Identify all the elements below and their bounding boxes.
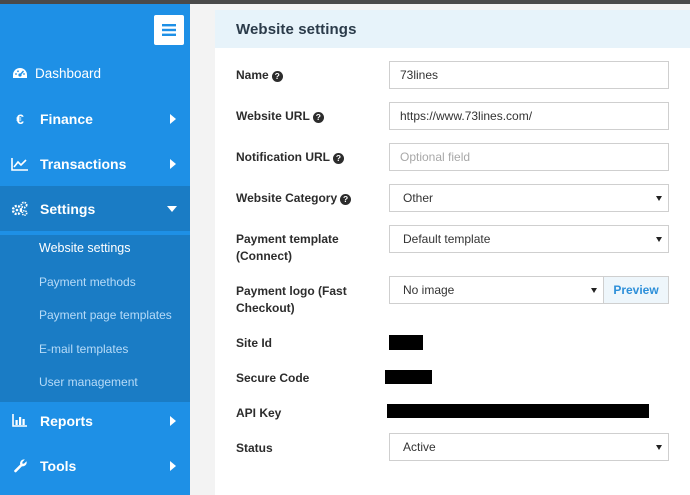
sidebar-item-tools[interactable]: Tools bbox=[0, 443, 190, 488]
website-category-select[interactable]: Other bbox=[389, 184, 669, 212]
notification-url-input[interactable]: Optional field bbox=[389, 143, 669, 171]
sidebar-item-label: Dashboard bbox=[35, 66, 102, 81]
sidebar: Dashboard € Finance Transactions Setting… bbox=[0, 4, 190, 495]
site-id-redacted-value bbox=[389, 335, 423, 350]
help-icon[interactable]: ? bbox=[312, 112, 324, 123]
euro-icon: € bbox=[16, 110, 24, 127]
sidebar-item-label: Tools bbox=[40, 457, 77, 474]
website-url-label: Website URL? bbox=[236, 108, 324, 125]
status-select[interactable]: Active bbox=[389, 433, 669, 461]
sidebar-item-dashboard[interactable]: Dashboard bbox=[0, 51, 190, 96]
sidebar-item-label: Settings bbox=[40, 200, 96, 217]
website-category-label: Website Category? bbox=[236, 190, 352, 207]
sidebar-item-label: Reports bbox=[40, 412, 93, 429]
dropdown-caret-icon bbox=[656, 196, 662, 201]
status-label: Status bbox=[236, 441, 273, 455]
sidebar-item-label: Transactions bbox=[40, 155, 127, 172]
gears-icon bbox=[11, 201, 29, 217]
wrench-icon bbox=[11, 458, 29, 474]
website-category-label-text: Website Category bbox=[236, 191, 338, 205]
sidebar-item-transactions[interactable]: Transactions bbox=[0, 141, 190, 186]
chevron-right-icon bbox=[170, 415, 176, 426]
payment-template-value: Default template bbox=[403, 232, 491, 246]
submenu-email-templates[interactable]: E-mail templates bbox=[39, 342, 128, 356]
submenu-website-settings[interactable]: Website settings bbox=[39, 241, 130, 255]
preview-button[interactable]: Preview bbox=[604, 276, 669, 304]
name-input[interactable]: 73lines bbox=[389, 61, 669, 89]
payment-logo-select[interactable]: No image bbox=[389, 276, 604, 304]
website-url-input-value: https://www.73lines.com/ bbox=[400, 109, 533, 123]
line-chart-icon bbox=[11, 156, 29, 172]
website-url-label-text: Website URL bbox=[236, 109, 310, 123]
bar-chart-icon bbox=[11, 413, 29, 429]
name-input-value: 73lines bbox=[400, 68, 439, 82]
dropdown-caret-icon bbox=[656, 237, 662, 242]
hamburger-menu-button[interactable] bbox=[154, 15, 184, 45]
notification-url-label: Notification URL? bbox=[236, 149, 344, 166]
sidebar-item-label: Finance bbox=[40, 110, 93, 127]
api-key-label: API Key bbox=[236, 406, 282, 420]
status-value: Active bbox=[403, 440, 436, 454]
payment-template-label-line1: Payment template bbox=[236, 232, 339, 246]
payment-logo-label-line2: Checkout) bbox=[236, 301, 295, 315]
content-gutter bbox=[190, 4, 215, 495]
payment-logo-value: No image bbox=[403, 283, 455, 297]
submenu-user-management[interactable]: User management bbox=[39, 375, 138, 389]
chevron-right-icon bbox=[170, 113, 176, 124]
help-icon[interactable]: ? bbox=[340, 194, 352, 205]
secure-code-label: Secure Code bbox=[236, 371, 310, 385]
payment-template-label: Payment template (Connect) bbox=[236, 231, 339, 265]
website-settings-panel: Website settings Name? 73lines Website U… bbox=[215, 10, 690, 495]
name-label-text: Name bbox=[236, 68, 269, 82]
panel-header: Website settings bbox=[215, 10, 690, 48]
chevron-down-icon bbox=[167, 205, 177, 212]
dashboard-gauge-icon bbox=[11, 66, 29, 82]
help-icon[interactable]: ? bbox=[271, 71, 283, 82]
panel-title: Website settings bbox=[236, 20, 357, 38]
sidebar-item-reports[interactable]: Reports bbox=[0, 398, 190, 443]
submenu-payment-methods[interactable]: Payment methods bbox=[39, 275, 136, 289]
notification-url-label-text: Notification URL bbox=[236, 150, 330, 164]
notification-url-placeholder: Optional field bbox=[400, 150, 471, 164]
chevron-right-icon bbox=[170, 460, 176, 471]
sidebar-item-settings[interactable]: Settings bbox=[0, 186, 190, 231]
top-border bbox=[0, 0, 690, 4]
dropdown-caret-icon bbox=[591, 288, 597, 293]
payment-logo-label: Payment logo (Fast Checkout) bbox=[236, 283, 347, 317]
payment-logo-label-line1: Payment logo (Fast bbox=[236, 284, 347, 298]
hamburger-icon bbox=[162, 24, 176, 36]
submenu-payment-page-templates[interactable]: Payment page templates bbox=[39, 308, 172, 322]
site-id-label: Site Id bbox=[236, 336, 273, 350]
name-label: Name? bbox=[236, 67, 283, 84]
payment-template-select[interactable]: Default template bbox=[389, 225, 669, 253]
secure-code-redacted-value bbox=[385, 370, 432, 384]
api-key-redacted-value bbox=[387, 404, 649, 418]
help-icon[interactable]: ? bbox=[333, 153, 344, 164]
dropdown-caret-icon bbox=[656, 445, 662, 450]
payment-template-label-line2: (Connect) bbox=[236, 249, 292, 263]
website-category-value: Other bbox=[403, 191, 434, 205]
website-url-input[interactable]: https://www.73lines.com/ bbox=[389, 102, 669, 130]
settings-submenu: Website settings Payment methods Payment… bbox=[0, 235, 190, 402]
sidebar-item-finance[interactable]: € Finance bbox=[0, 96, 190, 141]
chevron-right-icon bbox=[170, 158, 176, 169]
